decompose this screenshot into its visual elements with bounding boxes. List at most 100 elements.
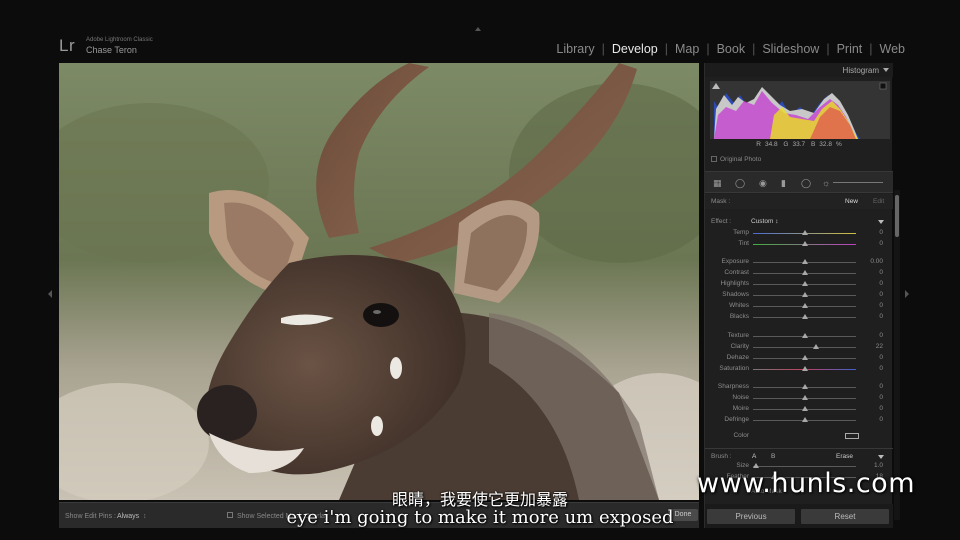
slider-value-dehaze[interactable]: 0 xyxy=(879,354,883,361)
collapse-right-panel-icon[interactable] xyxy=(905,290,909,298)
slider-label-dehaze: Dehaze xyxy=(726,354,749,361)
slider-label-contrast: Contrast xyxy=(724,269,749,276)
slider-value-texture[interactable]: 0 xyxy=(879,332,883,339)
brush-size-track[interactable] xyxy=(753,466,856,467)
slider-row-tint: Tint 0 xyxy=(705,240,893,250)
color-label: Color xyxy=(733,432,749,439)
slider-knob-highlights[interactable] xyxy=(801,281,808,286)
slider-label-saturation: Saturation xyxy=(719,365,749,372)
red-eye-icon[interactable]: ◉ xyxy=(759,178,767,189)
slider-value-sharpness[interactable]: 0 xyxy=(879,383,883,390)
slider-value-shadows[interactable]: 0 xyxy=(879,291,883,298)
module-separator: | xyxy=(706,42,710,56)
slider-knob-contrast[interactable] xyxy=(801,270,808,275)
slider-row-contrast: Contrast 0 xyxy=(705,269,893,279)
slider-knob-dehaze[interactable] xyxy=(801,355,808,360)
slider-label-temp: Temp xyxy=(733,229,749,236)
module-book[interactable]: Book xyxy=(716,42,747,56)
slider-knob-sharpness[interactable] xyxy=(801,384,808,389)
module-slideshow[interactable]: Slideshow xyxy=(761,42,820,56)
mask-new-button[interactable]: New xyxy=(845,198,858,205)
slider-value-contrast[interactable]: 0 xyxy=(879,269,883,276)
slider-value-whites[interactable]: 0 xyxy=(879,302,883,309)
brush-label: Brush : xyxy=(711,453,732,460)
slider-knob-whites[interactable] xyxy=(801,303,808,308)
slider-knob-saturation[interactable] xyxy=(801,366,808,371)
slider-label-tint: Tint xyxy=(738,240,749,247)
slider-value-defringe[interactable]: 0 xyxy=(879,416,883,423)
slider-knob-blacks[interactable] xyxy=(801,314,808,319)
slider-row-exposure: Exposure 0.00 xyxy=(705,258,893,268)
radial-filter-icon[interactable]: ◯ xyxy=(801,178,811,189)
module-print[interactable]: Print xyxy=(836,42,864,56)
effect-collapse-triangle-icon[interactable] xyxy=(878,220,884,224)
slider-row-highlights: Highlights 0 xyxy=(705,280,893,290)
slider-value-saturation[interactable]: 0 xyxy=(879,365,883,372)
slider-row-temp: Temp 0 xyxy=(705,229,893,239)
adjustment-brush-icon[interactable]: ☼ xyxy=(822,178,830,188)
slider-value-highlights[interactable]: 0 xyxy=(879,280,883,287)
module-map[interactable]: Map xyxy=(674,42,700,56)
slider-row-noise: Noise 0 xyxy=(705,394,893,404)
collapse-left-panel-icon[interactable] xyxy=(48,290,52,298)
slider-row-whites: Whites 0 xyxy=(705,302,893,312)
slider-knob-noise[interactable] xyxy=(801,395,808,400)
crop-grid-icon[interactable]: ▦ xyxy=(713,178,722,189)
collapse-triangle-icon[interactable] xyxy=(883,68,889,72)
effect-preset-select[interactable]: Custom ↕ xyxy=(751,218,778,225)
slider-row-moire: Moire 0 xyxy=(705,405,893,415)
slider-row-dehaze: Dehaze 0 xyxy=(705,354,893,364)
slider-value-moire[interactable]: 0 xyxy=(879,405,883,412)
slider-knob-tint[interactable] xyxy=(801,241,808,246)
module-web[interactable]: Web xyxy=(879,42,906,56)
histogram-title: Histogram xyxy=(842,66,879,75)
slider-label-moire: Moire xyxy=(732,405,749,412)
original-photo-checkbox[interactable] xyxy=(711,156,717,162)
module-library[interactable]: Library xyxy=(555,42,595,56)
photo-canvas[interactable] xyxy=(59,63,699,500)
histogram-graph[interactable] xyxy=(710,81,890,139)
slider-label-blacks: Blacks xyxy=(729,313,749,320)
scrollbar-thumb[interactable] xyxy=(895,195,899,237)
slider-knob-texture[interactable] xyxy=(801,333,808,338)
slider-value-clarity[interactable]: 22 xyxy=(876,343,883,350)
module-separator: | xyxy=(752,42,756,56)
mask-label: Mask : xyxy=(711,198,731,205)
slider-value-tint[interactable]: 0 xyxy=(879,240,883,247)
slider-knob-exposure[interactable] xyxy=(801,259,808,264)
slider-knob-defringe[interactable] xyxy=(801,417,808,422)
slider-label-shadows: Shadows xyxy=(722,291,749,298)
slider-knob-temp[interactable] xyxy=(801,230,808,235)
color-swatch[interactable] xyxy=(845,433,859,439)
slider-value-noise[interactable]: 0 xyxy=(879,394,883,401)
graduated-filter-icon[interactable]: ▮ xyxy=(781,178,786,189)
brush-line xyxy=(833,182,883,183)
histogram-chart xyxy=(712,82,887,139)
slider-value-exposure[interactable]: 0.00 xyxy=(870,258,883,265)
slider-label-sharpness: Sharpness xyxy=(717,383,749,390)
mask-edit-button[interactable]: Edit xyxy=(873,198,884,205)
module-separator: | xyxy=(869,42,873,56)
module-develop[interactable]: Develop xyxy=(611,42,659,56)
app-name: Adobe Lightroom Classic xyxy=(86,37,153,43)
g-value: 33.7 xyxy=(792,141,806,148)
brush-collapse-triangle-icon[interactable] xyxy=(878,455,884,459)
b-label: B xyxy=(810,141,816,148)
brush-b-button[interactable]: B xyxy=(771,453,775,460)
brush-erase-button[interactable]: Erase xyxy=(836,453,853,460)
chevron-updown-icon: ↕ xyxy=(775,218,779,225)
top-bar: Lr Adobe Lightroom Classic Chase Teron L… xyxy=(0,0,960,60)
slider-label-highlights: Highlights xyxy=(720,280,749,287)
collapse-top-panel-icon[interactable] xyxy=(475,27,481,31)
slider-track-clarity[interactable] xyxy=(753,347,856,348)
slider-row-shadows: Shadows 0 xyxy=(705,291,893,301)
slider-knob-moire[interactable] xyxy=(801,406,808,411)
brush-a-button[interactable]: A xyxy=(752,453,756,460)
slider-value-blacks[interactable]: 0 xyxy=(879,313,883,320)
slider-value-temp[interactable]: 0 xyxy=(879,229,883,236)
slider-knob-shadows[interactable] xyxy=(801,292,808,297)
histogram-header[interactable]: Histogram xyxy=(705,63,893,77)
mask-row: Mask : New Edit xyxy=(705,194,893,209)
slider-knob-clarity[interactable] xyxy=(812,344,819,349)
spot-removal-icon[interactable]: ◯ xyxy=(735,178,745,189)
